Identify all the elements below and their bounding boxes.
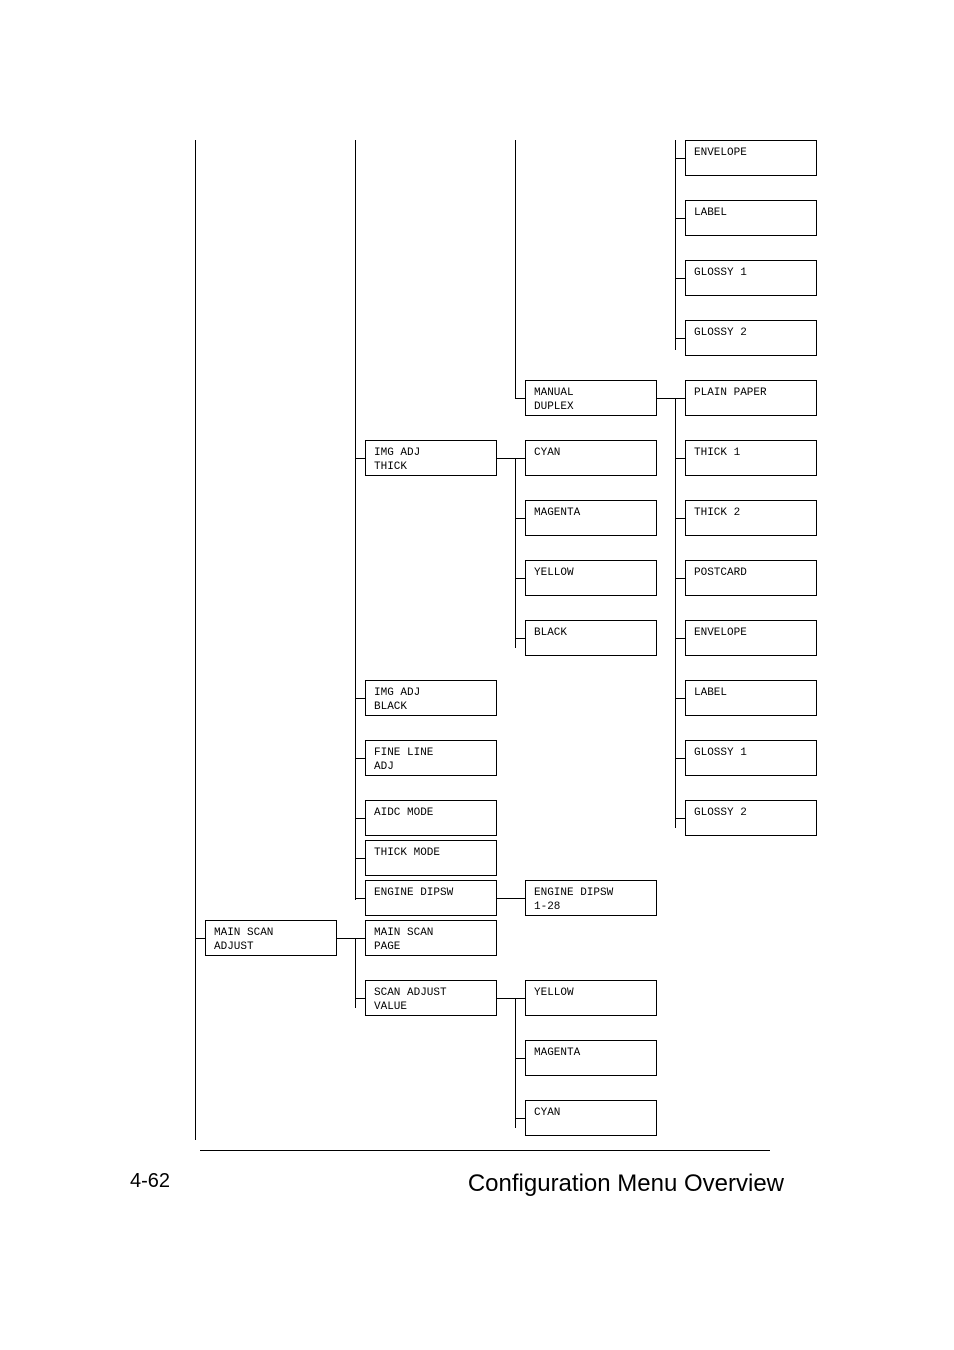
stub [675,518,685,519]
stub [675,218,685,219]
stub [675,338,685,339]
stub [355,758,365,759]
trunk-scanadj [515,998,516,1128]
footer-rule [200,1150,770,1151]
stub [675,158,685,159]
menu-tree-diagram: ENVELOPE LABEL GLOSSY 1 GLOSSY 2 PLAIN P… [200,140,830,1130]
node-img-adj-thick: IMG ADJ THICK [365,440,497,476]
stub [515,518,525,519]
node-aidc-mode: AIDC MODE [365,800,497,836]
trunk-col2 [355,140,356,900]
stub [497,458,515,459]
node-cyan2: CYAN [525,1100,657,1136]
stub [675,758,685,759]
stub [515,998,525,999]
trunk-col1 [195,140,196,1140]
stub [675,818,685,819]
node-manual-duplex: MANUAL DUPLEX [525,380,657,416]
node-scan-adjust-value: SCAN ADJUST VALUE [365,980,497,1016]
stub [657,398,675,399]
stub [337,938,355,939]
stub [515,1058,525,1059]
stub [675,698,685,699]
stub [355,898,365,899]
node-cyan: CYAN [525,440,657,476]
trunk-col4-b [675,398,676,828]
node-yellow: YELLOW [525,560,657,596]
node-thick-mode-real: THICK MODE [365,840,497,876]
node-envelope: ENVELOPE [685,140,817,176]
stub [675,458,685,459]
node-envelope2: ENVELOPE [685,620,817,656]
stub [355,938,365,939]
stub [515,398,525,399]
node-plain-paper: PLAIN PAPER [685,380,817,416]
stub [355,698,365,699]
stub [355,998,365,999]
stub [497,998,515,999]
trunk-cmyk [515,458,516,648]
trunk-col4-a [675,140,676,350]
node-postcard: POSTCARD [685,560,817,596]
node-label2: LABEL [685,680,817,716]
stub [497,898,525,899]
node-fine-line-adj: FINE LINE ADJ [365,740,497,776]
trunk-col3-top [515,140,516,398]
stub [355,458,365,459]
node-thick1: THICK 1 [685,440,817,476]
stub [675,578,685,579]
stub [515,638,525,639]
stub [675,398,685,399]
node-glossy2: GLOSSY 2 [685,320,817,356]
node-glossy2b: GLOSSY 2 [685,800,817,836]
stub [515,1118,525,1119]
stub [675,638,685,639]
page-title: Configuration Menu Overview [468,1170,784,1198]
node-glossy1b: GLOSSY 1 [685,740,817,776]
node-main-scan-page: MAIN SCAN PAGE [365,920,497,956]
node-thick2: THICK 2 [685,500,817,536]
node-label: LABEL [685,200,817,236]
stub [195,938,205,939]
node-yellow2: YELLOW [525,980,657,1016]
stub [675,278,685,279]
node-glossy1: GLOSSY 1 [685,260,817,296]
node-img-adj-black: IMG ADJ BLACK [365,680,497,716]
stub [515,578,525,579]
node-black: BLACK [525,620,657,656]
page-number: 4-62 [130,1170,170,1193]
node-magenta2: MAGENTA [525,1040,657,1076]
stub [515,458,525,459]
node-main-scan-adjust: MAIN SCAN ADJUST [205,920,337,956]
page: ENVELOPE LABEL GLOSSY 1 GLOSSY 2 PLAIN P… [0,0,954,1350]
node-engine-dipsw-real: ENGINE DIPSW [365,880,497,916]
node-magenta: MAGENTA [525,500,657,536]
stub [355,858,365,859]
node-engine-dipsw-n: ENGINE DIPSW 1-28 [525,880,657,916]
stub [355,818,365,819]
